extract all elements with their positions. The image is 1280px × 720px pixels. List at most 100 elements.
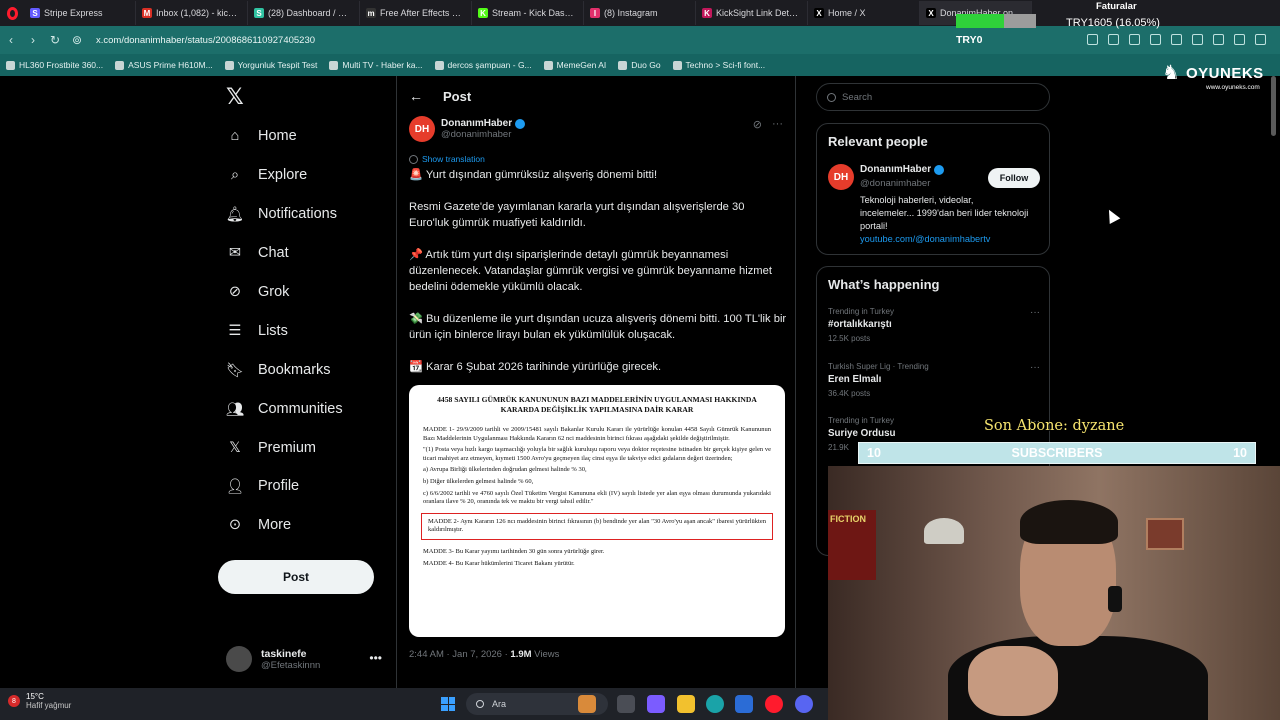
browser-tab[interactable]: K Stream - Kick Dashboard [472,1,584,25]
sidebar-item-label: Grok [258,284,290,300]
bookmark-favicon-icon [434,60,444,70]
account-switcher[interactable]: taskinefe @Efetaskinnn ••• [226,642,386,676]
search-icon: ⌕ [230,167,240,183]
windows-start-icon[interactable] [441,697,455,711]
bookmark-item[interactable]: ASUS Prime H610M... [115,60,213,70]
bookmark-favicon-icon [543,60,553,70]
search-icon [476,700,484,708]
person-name[interactable]: DonanımHaber [860,164,945,175]
browser-tab[interactable]: I (8) Instagram [584,1,696,25]
tab-favicon-icon: M [142,8,152,18]
page-scrollbar[interactable] [1271,76,1276,136]
post-text-line: 🚨 Yurt dışından gümrüksüz alışveriş döne… [409,169,658,181]
lock-icon[interactable]: ⊚ [66,33,88,47]
menu-icon[interactable] [1234,34,1245,45]
url-field[interactable]: x.com/donanimhaber/status/20086861109274… [96,35,315,46]
mail-icon: ✉ [228,245,242,261]
trend-item[interactable]: Trending in Turkey #ortalıkkarıştı 12.5K p… [828,307,1040,343]
sidebar-item-chat[interactable]: ✉ Chat [226,237,289,269]
bookmark-item[interactable]: Multi TV - Haber ka... [329,60,423,70]
bookmark-favicon-icon [329,60,339,70]
post-text-paragraph: 💸 Bu düzenleme ile yurt dışından ucuza a… [409,313,787,341]
browser-tab[interactable]: S (28) Dashboard / Streamlabs [248,1,360,25]
trend-category: Turkish Super Lig · Trending [828,362,929,371]
bookmark-item[interactable]: Techno > Sci-fi font... [672,60,766,70]
bookmark-label: Techno > Sci-fi font... [685,60,766,70]
avatar[interactable]: DH [828,164,854,190]
donation-current: TRY0 [956,34,983,46]
latest-subscriber-label: Son Abone: dyzane [984,418,1125,434]
author-name[interactable]: DonanımHaber [441,118,526,129]
weather-widget[interactable]: 8 15°C Hafif yağmur [8,692,71,710]
browser-tab[interactable]: M Inbox (1,082) - kicktaskinef [136,1,248,25]
trend-title: #ortalıkkarıştı [828,319,892,330]
back-arrow-icon[interactable]: ‹ [0,33,22,47]
sidebar-item-lists[interactable]: ☰ Lists [226,315,288,347]
brand-url: www.oyuneks.com [1206,84,1260,91]
more-icon[interactable]: ··· [772,118,783,131]
tab-favicon-icon: X [926,8,936,18]
opera-logo-icon[interactable] [0,0,24,26]
sidebar-item-more[interactable]: ⊙ More [226,509,291,541]
sidebar-item-explore[interactable]: ⌕ Explore [226,159,307,191]
bookmark-item[interactable]: Yorgunluk Tespit Test [224,60,317,70]
sidebar-item-profile[interactable]: 👤︎ Profile [226,470,299,502]
task-view-icon[interactable] [617,695,635,713]
post-button[interactable]: Post [218,560,374,594]
trend-item[interactable]: Turkish Super Lig · Trending Eren Elmalı 3… [828,362,1040,398]
browser-tab[interactable]: X Home / X [808,1,920,25]
browser-tab[interactable]: m Free After Effects Lower Th [360,1,472,25]
relevant-people-panel: Relevant people DH DonanımHaber @donanim… [816,123,1050,255]
bookmark-favicon-icon [6,60,15,70]
download-icon[interactable] [1192,34,1203,45]
copilot-icon[interactable] [647,695,665,713]
follow-button[interactable]: Follow [988,168,1040,188]
bookmark-item[interactable]: dercos şampuan - G... [434,60,532,70]
post-timestamp[interactable]: 2:44 AM · Jan 7, 2026 [409,649,502,660]
sidebar-item-bookmarks[interactable]: 🔖︎ Bookmarks [226,354,331,386]
x-logo-icon[interactable]: 𝕏 [226,84,244,110]
verified-badge-icon [934,164,945,175]
extension-icon[interactable] [1255,34,1266,45]
bookmark-item[interactable]: MemeGen AI [543,60,606,70]
back-arrow-icon[interactable]: ← [409,88,423,104]
sidebar-item-grok[interactable]: ⊘ Grok [226,276,290,308]
show-translation-link[interactable]: Show translation [409,154,485,164]
more-icon[interactable]: ··· [1030,307,1040,318]
more-icon[interactable]: ••• [369,651,382,665]
edge-icon[interactable] [706,695,724,713]
grok-icon[interactable]: ⊘ [753,118,762,131]
more-icon[interactable]: ··· [1030,362,1040,373]
donation-goal-widget: TRY1605 (16.05%) TRY0 [956,8,1160,46]
tab-label: Inbox (1,082) - kicktaskinef [156,8,241,18]
taskbar-widget-icon[interactable] [578,695,596,713]
tab-favicon-icon: I [590,8,600,18]
bookmark-item[interactable]: HL360 Frostbite 360... [6,60,103,70]
sidebar-item-home[interactable]: ⌂ Home [226,120,297,152]
sidebar-item-notifications[interactable]: 🔔︎ Notifications [226,198,337,230]
sidebar-item-premium[interactable]: 𝕏 Premium [226,432,316,464]
post-tools: ⊘ ··· [753,118,783,131]
sidebar-item-communities[interactable]: 👥︎ Communities [226,393,343,425]
tab-label: Stream - Kick Dashboard [492,8,577,18]
avatar[interactable]: DH [409,116,435,142]
discord-icon[interactable] [795,695,813,713]
post-text-paragraph: Resmi Gazete'de yayımlanan kararla yurt … [409,201,745,229]
file-explorer-icon[interactable] [677,695,695,713]
cube-icon[interactable] [1213,34,1224,45]
account-name: taskinefe [261,647,307,660]
post-image-document[interactable]: 4458 SAYILI GÜMRÜK KANUNUNUN BAZI MADDEL… [409,385,785,637]
forward-arrow-icon[interactable]: › [22,33,44,47]
person-link[interactable]: youtube.com/@donanimhabertv [860,234,990,244]
opera-icon[interactable] [765,695,783,713]
search-placeholder: Search [842,91,873,103]
bookmark-item[interactable]: Duo Go [618,60,661,70]
search-input[interactable]: Search [816,83,1050,111]
tab-favicon-icon: S [254,8,264,18]
reload-icon[interactable]: ↻ [44,33,66,47]
heart-icon[interactable] [1171,34,1182,45]
store-icon[interactable] [735,695,753,713]
browser-tab[interactable]: K KickSight Link Detector [696,1,808,25]
windows-taskbar: 8 15°C Hafif yağmur Ara [0,688,828,720]
browser-tab[interactable]: S Stripe Express [24,1,136,25]
